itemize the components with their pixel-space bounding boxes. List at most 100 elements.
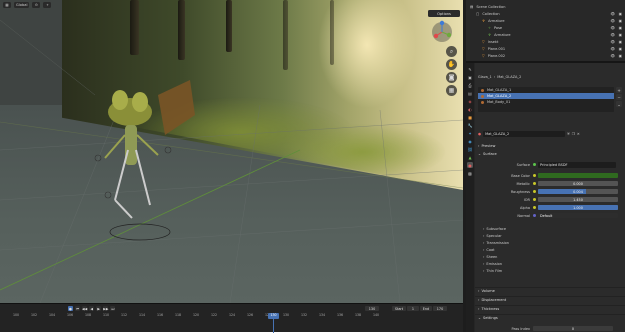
visibility-eye-icon[interactable]: 👁 xyxy=(610,54,615,58)
frame-tick: 132 xyxy=(300,313,308,317)
visibility-eye-icon[interactable]: 👁 xyxy=(610,12,615,16)
outliner-item[interactable]: ▽ Plane.002 👁 ▣ xyxy=(466,53,625,59)
output-tab-icon[interactable]: ⎙ xyxy=(467,82,473,88)
end-frame-label: End xyxy=(420,306,432,311)
physics-tab-icon[interactable]: ◉ xyxy=(467,138,473,144)
slot-menu-icon[interactable]: ⌄ xyxy=(616,101,622,107)
fake-user-icon[interactable]: ⛨ xyxy=(567,132,570,136)
render-camera-icon[interactable]: ▣ xyxy=(619,40,622,44)
render-camera-icon[interactable]: ▣ xyxy=(619,47,622,51)
navigation-gizmo[interactable] xyxy=(428,20,458,44)
material-name-field[interactable]: Mat_GLAZA_2 xyxy=(483,130,566,137)
material-slot-list[interactable]: Mat_GLAZA_1 Mat_GLAZA_2 Mat_Body_01 xyxy=(478,87,614,112)
shader-subsection[interactable]: › Subsurface xyxy=(475,225,625,232)
texture-tab-icon[interactable]: ▩ xyxy=(467,170,473,176)
particles-tab-icon[interactable]: ✦ xyxy=(467,130,473,136)
shader-subsection[interactable]: › Specular xyxy=(475,232,625,239)
preview-section[interactable]: › Preview xyxy=(475,142,625,149)
visibility-eye-icon[interactable]: 👁 xyxy=(610,19,615,23)
duplicate-icon[interactable]: ❐ xyxy=(572,132,575,136)
shader-subsection[interactable]: › Transmission xyxy=(475,239,625,246)
shader-param-field[interactable]: 0.004 xyxy=(538,188,618,195)
camera-icon[interactable]: ◙ xyxy=(446,72,457,83)
outliner-item[interactable]: ▽ Plane.001 👁 ▣ xyxy=(466,46,625,52)
perspective-grid-icon[interactable]: ▦ xyxy=(446,85,457,96)
surface-section[interactable]: ⌄ Surface xyxy=(475,150,625,157)
outliner-item[interactable]: ♆ Armature 👁 ▣ xyxy=(466,18,625,24)
world-tab-icon[interactable]: ◐ xyxy=(467,106,473,112)
playhead-line xyxy=(273,319,274,333)
shader-subsection[interactable]: › Emission xyxy=(475,260,625,267)
render-camera-icon[interactable]: ▣ xyxy=(619,33,622,37)
shader-subsection[interactable]: › Thin Film xyxy=(475,267,625,274)
object-tab-icon[interactable]: ■ xyxy=(467,114,473,120)
play-reverse-icon[interactable]: ◀ xyxy=(89,306,95,311)
outliner-item[interactable]: ▢ Collection 👁 ▣ xyxy=(466,11,625,17)
insect-model[interactable] xyxy=(94,80,195,241)
next-keyframe-icon[interactable]: ▶▶ xyxy=(103,306,109,311)
snap-button[interactable]: ⌖ xyxy=(43,1,52,8)
frame-ruler[interactable]: 100 102 104 106 108 110 112 114 116 118 120 122 124 1… xyxy=(0,313,463,319)
current-frame-field[interactable]: 130 xyxy=(365,306,379,311)
record-icon[interactable]: ● xyxy=(68,306,73,311)
unlink-icon[interactable]: ✕ xyxy=(577,132,580,136)
visibility-eye-icon[interactable]: 👁 xyxy=(610,26,615,30)
material-section[interactable]: › Volume xyxy=(475,287,625,294)
outliner-item[interactable]: ▤ Scene Collection xyxy=(466,4,625,10)
jump-start-icon[interactable]: ⏮ xyxy=(75,306,80,311)
frame-tick: 130 xyxy=(282,313,290,317)
material-sphere-icon[interactable]: ● xyxy=(478,132,481,136)
prev-keyframe-icon[interactable]: ◀◀ xyxy=(82,306,88,311)
pass-index-field[interactable]: 0 xyxy=(533,325,613,332)
render-tab-icon[interactable]: ▣ xyxy=(467,74,473,80)
end-frame-field[interactable]: 170 xyxy=(433,306,447,311)
outliner[interactable]: ▤ Scene Collection ▢ Collection 👁 ▣ ♆ Armature 👁… xyxy=(466,0,625,63)
section-label: Settings xyxy=(483,316,498,320)
shader-param-field[interactable]: 1.450 xyxy=(538,196,618,203)
play-icon[interactable]: ▶ xyxy=(96,306,102,311)
material-section[interactable]: ⌄ Settings xyxy=(475,314,625,321)
shader-param-field[interactable]: 1.000 xyxy=(538,204,618,211)
jump-end-icon[interactable]: ⏭ xyxy=(110,306,116,311)
render-camera-icon[interactable]: ▣ xyxy=(619,12,622,16)
modifier-tab-icon[interactable]: 🔧 xyxy=(467,122,473,128)
shader-param-field[interactable]: Default xyxy=(538,212,618,219)
tool-tab-icon[interactable]: ✎ xyxy=(467,66,473,72)
render-camera-icon[interactable]: ▣ xyxy=(619,19,622,23)
frame-tick: 116 xyxy=(156,313,164,317)
material-section[interactable]: › Thickness xyxy=(475,305,625,312)
render-camera-icon[interactable]: ▣ xyxy=(619,26,622,30)
start-frame-field[interactable]: 1 xyxy=(407,306,419,311)
data-tab-icon[interactable]: ▲ xyxy=(467,154,473,160)
properties-breadcrumb: Glaza_1 › Mat_GLAZA_2 xyxy=(475,72,625,81)
properties-tabs: ✎ ▣ ⎙ ▤ ◈ ◐ ■ 🔧 ✦ ◉ ⛓ ▲ ● ▩ xyxy=(466,63,474,332)
section-label: Thickness xyxy=(481,307,500,311)
material-slot[interactable]: Mat_Body_01 xyxy=(478,99,614,105)
render-camera-icon[interactable]: ▣ xyxy=(619,54,622,58)
transform-orientation-dropdown[interactable]: Global xyxy=(14,1,30,8)
scene-tab-icon[interactable]: ◈ xyxy=(467,98,473,104)
shader-param-field[interactable] xyxy=(538,172,618,179)
material-tab-icon[interactable]: ● xyxy=(467,162,473,168)
outliner-item[interactable]: ✧ Pose 👁 ▣ xyxy=(466,25,625,31)
shader-subsection[interactable]: › Coat xyxy=(475,246,625,253)
zoom-icon[interactable]: ⌕ xyxy=(446,46,457,57)
options-dropdown[interactable]: Options xyxy=(428,10,460,17)
material-section[interactable]: › Displacement xyxy=(475,296,625,303)
outliner-item[interactable]: ♆ Armature 👁 ▣ xyxy=(466,32,625,38)
pivot-button[interactable]: ⊙ xyxy=(32,1,41,8)
remove-slot-icon[interactable]: − xyxy=(616,94,622,100)
3d-viewport[interactable]: ▦ Global ⊙ ⌖ Options ⌕ ✋ ◙ ▦ xyxy=(0,0,463,303)
shader-param-field[interactable]: 0.000 xyxy=(538,180,618,187)
view-layer-tab-icon[interactable]: ▤ xyxy=(467,90,473,96)
surface-shader-dropdown[interactable]: Principled BSDF xyxy=(538,161,616,168)
shader-subsection[interactable]: › Sheen xyxy=(475,253,625,260)
constraints-tab-icon[interactable]: ⛓ xyxy=(467,146,473,152)
add-slot-icon[interactable]: + xyxy=(616,87,622,93)
visibility-eye-icon[interactable]: 👁 xyxy=(610,33,615,37)
outliner-item[interactable]: ▽ Insekt 👁 ▣ xyxy=(466,39,625,45)
visibility-eye-icon[interactable]: 👁 xyxy=(610,40,615,44)
editor-type-button[interactable]: ▦ xyxy=(3,1,11,8)
pan-hand-icon[interactable]: ✋ xyxy=(446,59,457,70)
visibility-eye-icon[interactable]: 👁 xyxy=(610,47,615,51)
